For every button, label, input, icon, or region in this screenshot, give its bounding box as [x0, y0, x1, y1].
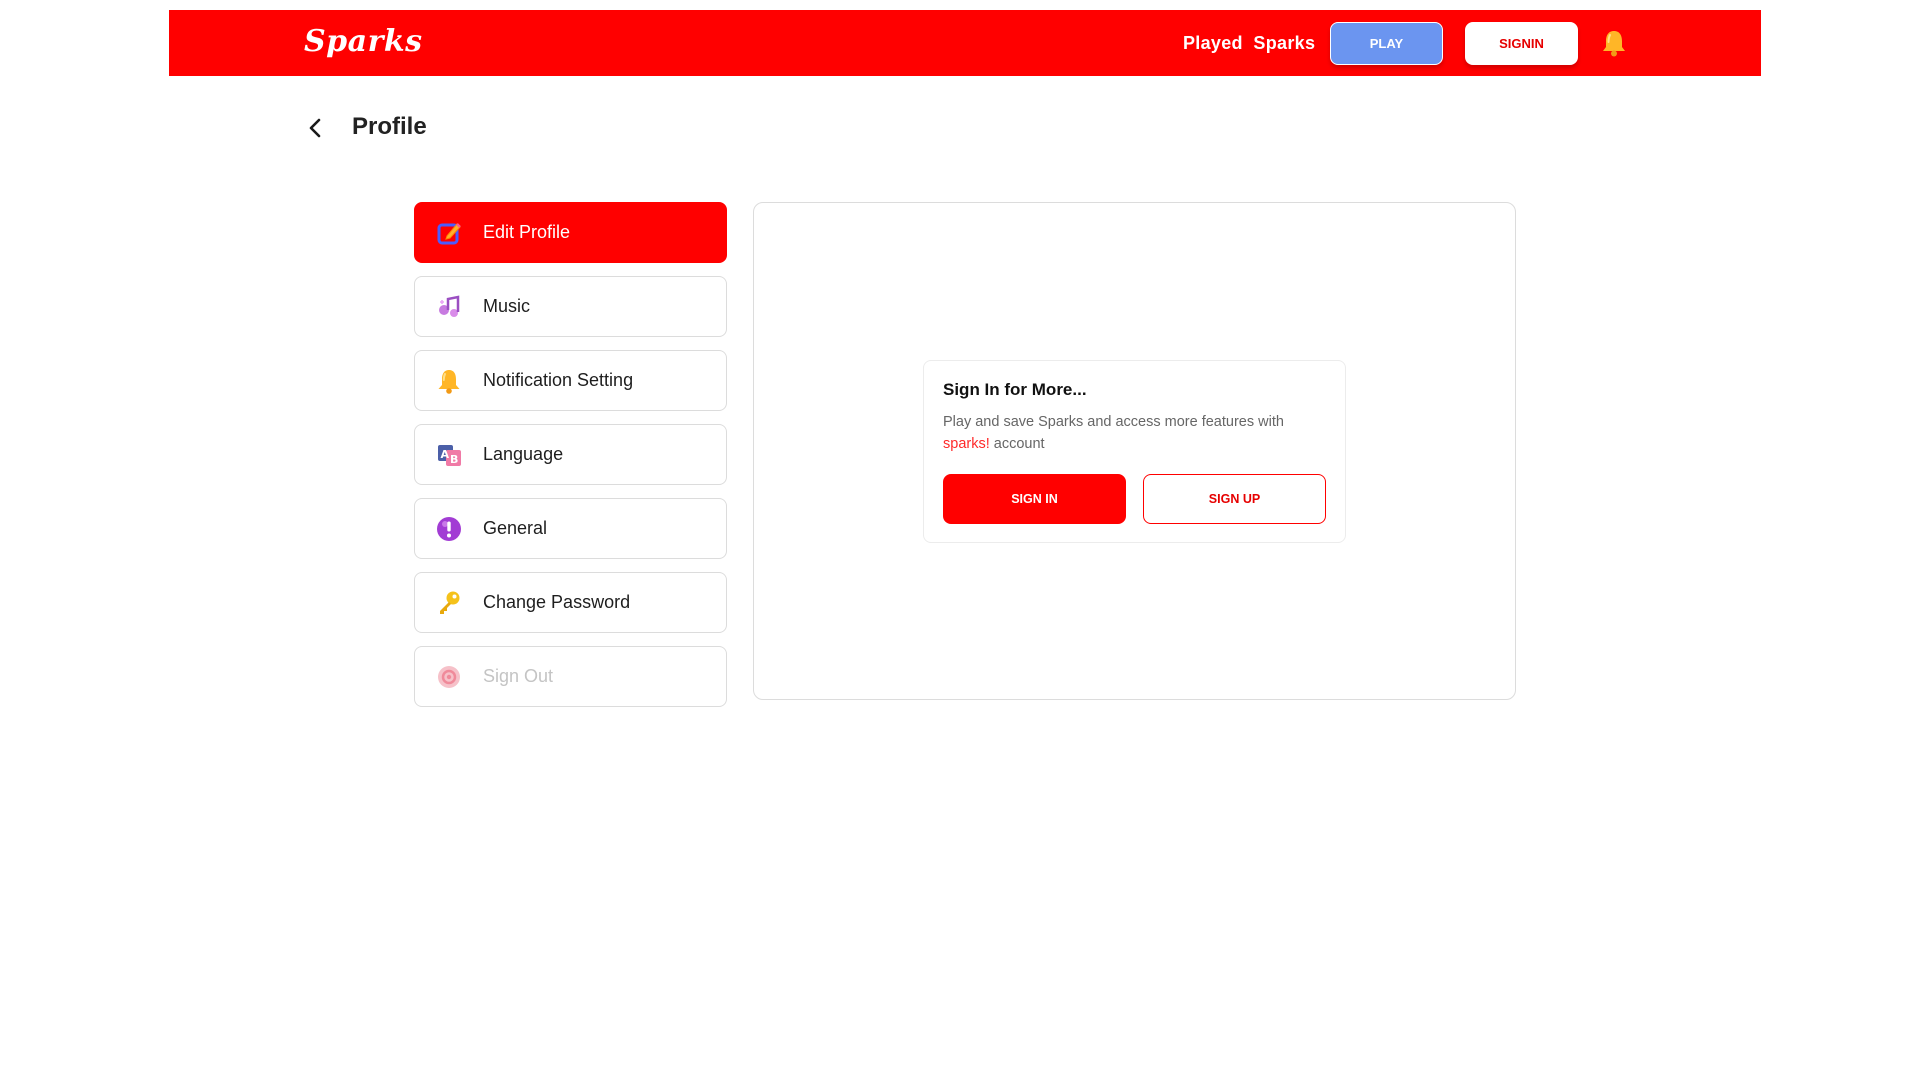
play-button[interactable]: PLAY [1330, 22, 1443, 65]
svg-text:B: B [450, 453, 458, 466]
music-icon [439, 294, 460, 317]
logo[interactable]: Sparks [304, 24, 423, 59]
card-title: Sign In for More... [943, 380, 1087, 399]
sidebar-item-label: Notification Setting [483, 370, 634, 390]
sidebar-item-label: General [483, 518, 548, 538]
brand-name: sparks! [943, 436, 990, 452]
sidebar-item-label: Language [483, 444, 564, 464]
sidebar-item-language[interactable]: A B Language [414, 424, 727, 485]
info-icon [437, 516, 461, 541]
language-icon: A B [438, 444, 461, 466]
bell-icon[interactable] [1599, 28, 1629, 58]
settings-menu: Edit Profile Music Notification Setting … [414, 202, 727, 720]
sign-out-icon [438, 665, 460, 688]
top-navbar: Sparks Played Sparks PLAY SIGNIN [169, 10, 1761, 76]
sidebar-item-edit-profile[interactable]: Edit Profile [414, 202, 727, 263]
svg-text:A: A [441, 448, 450, 461]
sidebar-item-label: Sign Out [483, 666, 554, 686]
sidebar-item-label: Music [483, 296, 531, 316]
chevron-left-icon[interactable] [305, 116, 327, 140]
signin-button[interactable]: SIGNIN [1465, 22, 1578, 65]
card-description-text: Play and save Sparks and access more fea… [943, 414, 1284, 430]
bell-icon [438, 369, 460, 394]
card-description-end: account [989, 436, 1045, 452]
sidebar-item-change-password[interactable]: Change Password [414, 572, 727, 633]
card-description: Play and save Sparks and access more fea… [943, 411, 1335, 455]
sidebar-item-sign-out[interactable]: Sign Out [414, 646, 727, 707]
sidebar-item-label: Edit Profile [483, 222, 571, 242]
sign-up-button[interactable]: SIGN UP [1143, 474, 1326, 524]
page-title: Profile [352, 113, 427, 140]
signin-prompt-card: Sign In for More... Play and save Sparks… [923, 360, 1346, 543]
sidebar-item-music[interactable]: Music [414, 276, 727, 337]
sidebar-item-label: Change Password [483, 592, 631, 612]
sidebar-item-general[interactable]: General [414, 498, 727, 559]
key-icon [440, 591, 460, 614]
sidebar-item-notification-setting[interactable]: Notification Setting [414, 350, 727, 411]
edit-icon [437, 222, 461, 244]
sign-in-button[interactable]: SIGN IN [943, 474, 1126, 524]
played-sparks-link[interactable]: Played Sparks [1183, 33, 1315, 54]
